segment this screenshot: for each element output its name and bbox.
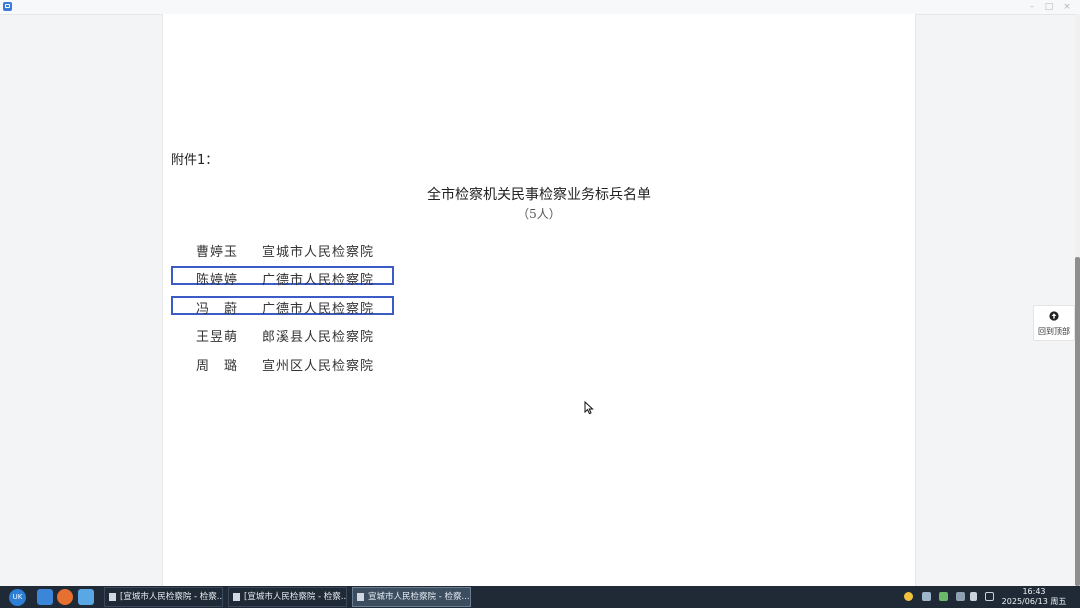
browser-icon[interactable] [37,589,53,605]
maximize-icon[interactable]: □ [1044,2,1054,12]
document-icon [233,593,240,601]
list-item: 陈婷婷 广德市人民检察院 [196,269,374,289]
person-unit: 郎溪县人民检察院 [262,330,375,345]
taskbar-task-label: 宣城市人民检察院 - 检察... [368,592,470,602]
tray-usb-icon[interactable] [922,592,931,601]
back-to-top-label: 回到顶部 [1038,327,1070,336]
list-item: 冯 蔚 广德市人民检察院 [196,298,374,318]
person-name: 曹婷玉 [196,245,239,260]
clock-date: 2025/06/13 周五 [1001,597,1067,606]
taskbar-task-label: [宣城市人民检察院 - 检察... [244,592,347,602]
taskbar-task[interactable]: [宣城市人民检察院 - 检察... [228,587,347,607]
tray-keyboard-icon[interactable] [956,592,965,601]
taskbar-task[interactable]: [宣城市人民检察院 - 检察... [104,587,223,607]
volume-icon[interactable] [970,592,977,601]
start-menu-button[interactable]: UK [9,589,26,606]
network-icon[interactable] [985,592,994,601]
person-name: 陈婷婷 [196,273,239,288]
window-title-bar: – □ × [0,0,1080,15]
document-title: 全市检察机关民事检察业务标兵名单 [427,187,651,203]
firefox-icon[interactable] [57,589,73,605]
document-subtitle: （5人） [517,207,561,221]
list-item: 周 璐 宣州区人民检察院 [196,355,374,375]
clock-time: 16:43 [1022,587,1046,596]
taskbar-clock[interactable]: 16:43 2025/06/13 周五 [997,587,1071,607]
back-to-top-button[interactable]: 回到顶部 [1033,305,1075,341]
mouse-cursor-icon [584,401,594,415]
file-manager-icon[interactable] [78,589,94,605]
person-name: 冯 蔚 [196,302,239,317]
taskbar-task-label: [宣城市人民检察院 - 检察... [120,592,223,602]
attachment-label: 附件1： [171,153,219,168]
scrollbar-thumb[interactable] [1075,257,1080,586]
document-page: 附件1： 全市检察机关民事检察业务标兵名单 （5人） 曹婷玉 宣城市人民检察院 陈… [162,14,916,586]
person-unit: 宣州区人民检察院 [262,359,375,374]
person-name: 周 璐 [196,359,239,374]
person-name: 王昱萌 [196,330,239,345]
app-icon [3,2,12,11]
document-icon [357,593,364,601]
close-icon[interactable]: × [1062,2,1072,12]
minimize-icon[interactable]: – [1027,2,1037,12]
taskbar: UK [宣城市人民检察院 - 检察... [宣城市人民检察院 - 检察... 宣… [0,586,1080,608]
tray-app-icon[interactable] [939,592,948,601]
list-item: 王昱萌 郎溪县人民检察院 [196,326,374,346]
person-unit: 宣城市人民检察院 [262,245,375,260]
tray-notification-icon[interactable] [904,592,913,601]
taskbar-task-active[interactable]: 宣城市人民检察院 - 检察... [352,587,471,607]
person-unit: 广德市人民检察院 [262,302,375,317]
person-unit: 广德市人民检察院 [262,273,375,288]
list-item: 曹婷玉 宣城市人民检察院 [196,241,374,261]
arrow-up-circle-icon [1049,311,1059,321]
document-icon [109,593,116,601]
